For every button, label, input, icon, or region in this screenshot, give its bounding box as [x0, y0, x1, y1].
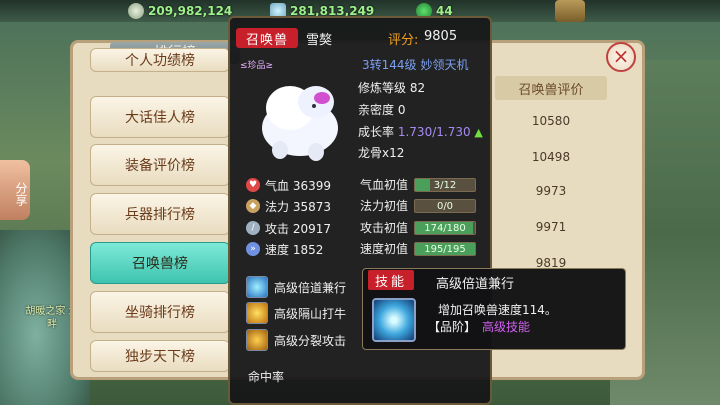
aptitude-bar-text: 3/12 — [433, 180, 457, 191]
top-menu-button[interactable] — [555, 0, 585, 22]
category-item[interactable]: 个人功绩榜 — [90, 48, 230, 72]
category-item[interactable]: 装备评价榜 — [90, 144, 230, 186]
intimacy: 亲密度 0 — [358, 103, 406, 117]
skill-tooltip-tag: 技能 — [368, 270, 414, 290]
score-cell: 9973 — [535, 184, 567, 198]
attr-attack-value: 攻击 20917 — [265, 221, 331, 236]
aptitude-label: 速度初值 — [360, 242, 409, 256]
aptitude-bar: 0/0 — [414, 199, 476, 213]
skill-item[interactable]: 高级隔山打牛 — [246, 301, 346, 325]
attr-mp: ◆ 法力 35873 — [246, 197, 331, 215]
silver-currency: 209,982,124 — [128, 2, 232, 20]
aptitude-label: 法力初值 — [360, 199, 409, 213]
close-icon: × — [612, 44, 630, 68]
aptitude-bar: 3/12 — [414, 178, 476, 192]
pet-score-value: 9805 — [424, 29, 458, 44]
pet-score-label: 评分: — [388, 33, 419, 48]
aptitude-bar: 195/195 — [414, 242, 476, 256]
growth-rate: 成长率 1.730/1.730 ▲ — [358, 123, 483, 140]
pet-level: 3转144级 — [362, 58, 417, 72]
close-button[interactable]: × — [606, 42, 636, 72]
skill-name: 高级倍道兼行 — [274, 280, 347, 295]
hit-rate-label: 命中率 — [248, 370, 285, 384]
category-item-active[interactable]: 召唤兽榜 — [90, 242, 230, 284]
category-item[interactable]: 坐骑排行榜 — [90, 291, 230, 333]
attr-mp-value: 法力 35873 — [265, 199, 331, 214]
attr-speed-value: 速度 1852 — [265, 242, 324, 257]
attr-attack: / 攻击 20917 — [246, 219, 331, 237]
quality-label: 【品阶】 — [428, 320, 477, 334]
growth-value: 1.730/1.730 — [397, 125, 471, 139]
category-item[interactable]: 兵器排行榜 — [90, 193, 230, 235]
skill-name: 高级分裂攻击 — [274, 333, 347, 348]
dragon-bone: 龙骨x12 — [358, 146, 405, 160]
aptitude-bar-text: 174/180 — [424, 223, 466, 234]
sword-icon: / — [246, 221, 260, 235]
pet-location: 3转144级 妙领天机 — [358, 56, 469, 73]
heart-icon: ♥ — [246, 178, 260, 192]
skill-name: 高级隔山打牛 — [274, 306, 347, 321]
skill-icon — [246, 302, 268, 324]
aptitude-bar-text: 0/0 — [436, 201, 454, 212]
ranking-category-list: 个人功绩榜 大话佳人榜 装备评价榜 兵器排行榜 召唤兽榜 坐骑排行榜 独步天下榜 — [84, 48, 234, 380]
score-cell: 10580 — [531, 114, 571, 128]
attr-speed: » 速度 1852 — [246, 240, 323, 258]
pet-location-name: 妙领天机 — [420, 58, 469, 72]
aptitude-label: 攻击初值 — [360, 221, 409, 235]
attr-hp-value: 气血 36399 — [265, 178, 331, 193]
growth-label: 成长率 — [358, 125, 395, 139]
category-item[interactable]: 大话佳人榜 — [90, 96, 230, 138]
cultivation-level: 修炼等级 82 — [358, 81, 426, 95]
growth-up-icon: ▲ — [474, 126, 483, 139]
aptitude-bar: 174/180 — [414, 221, 476, 235]
pet-type-tag: 召唤兽 — [236, 28, 298, 48]
skill-icon — [246, 329, 268, 351]
skill-item[interactable]: 高级倍道兼行 — [246, 275, 346, 299]
category-item[interactable]: 独步天下榜 — [90, 340, 230, 372]
skill-item[interactable]: 高级分裂攻击 — [246, 328, 346, 352]
score-column-header: 召唤兽评价 — [495, 76, 607, 100]
skill-tooltip-desc: 增加召唤兽速度114。 — [438, 303, 557, 317]
score-cell: 10498 — [531, 150, 571, 164]
quality-value: 高级技能 — [482, 320, 531, 334]
aptitude-label: 气血初值 — [360, 178, 409, 192]
skill-tooltip-name: 高级倍道兼行 — [436, 277, 515, 292]
pet-portrait — [262, 86, 338, 161]
score-cell: 9971 — [535, 220, 567, 234]
skill-icon — [246, 276, 268, 298]
pet-name: 雪獒 — [306, 33, 333, 48]
share-button[interactable]: 分享 — [0, 160, 30, 220]
skill-tooltip-quality: 【品阶】 高级技能 — [428, 318, 530, 335]
silver-amount: 209,982,124 — [148, 4, 233, 18]
aptitude-bar-text: 195/195 — [424, 244, 466, 255]
skill-tooltip-icon — [372, 298, 416, 342]
attr-hp: ♥ 气血 36399 — [246, 176, 331, 194]
silver-coin-icon — [128, 3, 144, 19]
mana-icon: ◆ — [246, 199, 260, 213]
speed-icon: » — [246, 242, 260, 256]
